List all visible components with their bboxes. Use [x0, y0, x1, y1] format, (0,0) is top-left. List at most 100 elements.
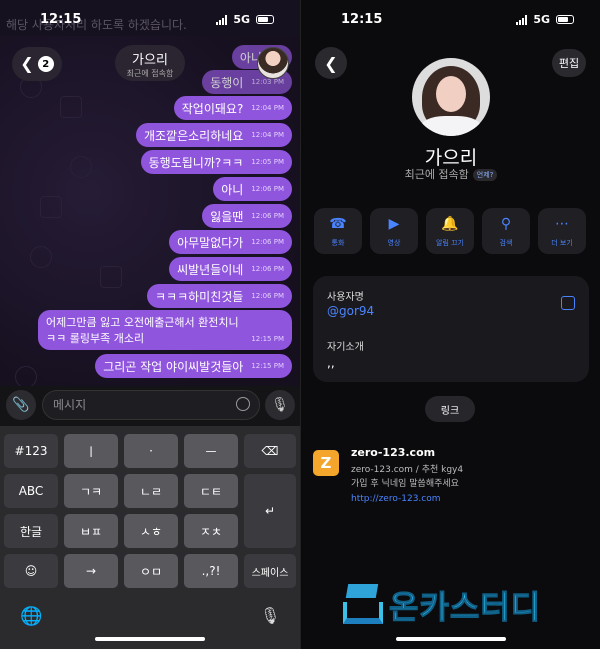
message-time: 12:04 PM — [251, 131, 284, 139]
return-key[interactable]: ↵ — [244, 474, 296, 548]
message-time: 12:06 PM — [251, 185, 284, 193]
link-title: zero-123.com — [351, 446, 436, 459]
more-button[interactable]: ⋯ 더 보기 — [538, 208, 586, 254]
link-desc-line1: zero-123.com / 추천 kgy4 — [351, 465, 464, 475]
globe-icon[interactable]: 🌐 — [20, 606, 42, 627]
profile-screen: 12:15 5G ❮ 편집 가으리 최근에 접속함 언제? ☎ 통화 ▶ 영상 🔔 알림… — [300, 0, 600, 649]
key[interactable]: ㅡ — [184, 434, 238, 468]
message-bubble[interactable]: 씨발년들이네 12:06 PM — [169, 257, 292, 281]
unread-badge: 2 — [37, 56, 54, 72]
profile-photo[interactable] — [412, 58, 490, 136]
bell-icon: 🔔 — [441, 216, 459, 232]
chat-screen: 해당 사용자처리 하도록 하겠습니다. 12:15 5G ❮ 2 가으리 최근에… — [0, 0, 300, 649]
message-time: 12:03 PM — [251, 78, 284, 86]
call-button[interactable]: ☎ 통화 — [314, 208, 362, 254]
message-bubble[interactable]: 개조깥은소리하네요 12:04 PM — [135, 123, 292, 147]
message-time: 12:06 PM — [251, 292, 284, 300]
microphone-icon[interactable]: 🎙 — [265, 390, 295, 420]
message-bubble[interactable]: 동행도됩니까?ㅋㅋ 12:05 PM — [140, 150, 292, 174]
search-button[interactable]: ⚲ 검색 — [482, 208, 530, 254]
message-input[interactable] — [42, 390, 260, 420]
message-time: 12:15 PM — [251, 335, 284, 343]
sticker-icon[interactable] — [236, 397, 250, 411]
info-card: 사용자명 @gor94 자기소개 ,, — [313, 276, 589, 382]
attach-icon[interactable]: 📎 — [6, 390, 36, 420]
username-link[interactable]: @gor94 — [327, 304, 374, 318]
message-bubble[interactable]: ㅋㅋㅋ하미친것들 12:06 PM — [147, 284, 292, 308]
profile-status: 최근에 접속함 언제? — [301, 166, 600, 182]
chevron-left-icon: ❮ — [20, 54, 34, 73]
key-numbers[interactable]: #123 — [4, 434, 58, 468]
username-label: 사용자명 — [327, 292, 364, 303]
key-hangul[interactable]: 한글 — [4, 514, 58, 548]
message-time: 12:06 PM — [251, 212, 284, 220]
book-cap-logo — [341, 584, 385, 626]
video-button[interactable]: ▶ 영상 — [370, 208, 418, 254]
link-url[interactable]: http://zero-123.com — [351, 494, 441, 504]
key[interactable]: ㅣ — [64, 434, 118, 468]
message-bubble[interactable]: 아니 12:06 PM — [213, 177, 292, 201]
back-button[interactable]: ❮ 2 — [12, 47, 62, 81]
qr-code-icon[interactable] — [561, 296, 575, 310]
site-logo: Z — [313, 450, 339, 476]
message-bubble[interactable]: 그리곤 작업 야이씨발것들아 12:15 PM — [95, 354, 292, 378]
key-abc[interactable]: ABC — [4, 474, 58, 508]
network-label: 5G — [233, 13, 250, 26]
back-button[interactable]: ❮ — [315, 47, 347, 79]
emoji-key[interactable]: ☺ — [4, 554, 58, 588]
backspace-icon: ⌫ — [261, 444, 279, 458]
status-time: 12:15 — [341, 12, 383, 27]
video-icon: ▶ — [388, 216, 400, 232]
backspace-key[interactable]: ⌫ — [244, 434, 296, 468]
status-bar: 12:15 5G — [0, 0, 300, 36]
key[interactable]: .,?! — [184, 554, 238, 588]
home-indicator — [396, 637, 506, 641]
return-icon: ↵ — [264, 504, 276, 518]
dictation-icon[interactable]: 🎙 — [260, 606, 280, 625]
composer: 📎 🎙 — [0, 386, 300, 426]
bio-label: 자기소개 — [327, 342, 364, 353]
message-time: 12:15 PM — [251, 362, 284, 370]
bio-text: ,, — [327, 356, 335, 370]
signal-icon — [216, 14, 228, 25]
message-time: 12:06 PM — [251, 265, 284, 273]
key[interactable]: ㄴㄹ — [124, 474, 178, 508]
message-time: 12:05 PM — [251, 158, 284, 166]
signal-icon — [516, 14, 528, 25]
keyboard: #123 ㅣ · ㅡ ⌫ ABC ㄱㅋ ㄴㄹ ㄷㅌ ↵ 한글 ㅂㅍ ㅅㅎ ㅈㅊ … — [0, 426, 300, 649]
search-icon: ⚲ — [500, 216, 512, 232]
key[interactable]: · — [124, 434, 178, 468]
message-bubble[interactable]: 작업이돼요? 12:04 PM — [173, 96, 292, 120]
message-bubble[interactable]: 잃을땐 12:06 PM — [202, 204, 292, 228]
battery-icon — [556, 15, 574, 24]
key[interactable]: ㄷㅌ — [184, 474, 238, 508]
watermark: 온카스터디 — [341, 582, 541, 628]
chat-status: 최근에 접속함 — [126, 69, 174, 78]
emoji-icon: ☺ — [24, 564, 38, 578]
key[interactable]: ㅇㅁ — [124, 554, 178, 588]
last-seen-tag[interactable]: 언제? — [472, 169, 498, 181]
message-time: 12:06 PM — [251, 238, 284, 246]
chat-title[interactable]: 가으리 최근에 접속함 — [115, 45, 185, 81]
chevron-left-icon: ❮ — [324, 53, 338, 73]
key[interactable]: ㄱㅋ — [64, 474, 118, 508]
key[interactable]: ㅂㅍ — [64, 514, 118, 548]
avatar[interactable] — [257, 47, 289, 79]
mute-button[interactable]: 🔔 알림 끄기 — [426, 208, 474, 254]
link-tab[interactable]: 링크 — [425, 396, 475, 422]
edit-button[interactable]: 편집 — [552, 49, 586, 77]
battery-icon — [256, 15, 274, 24]
key[interactable]: ㅈㅊ — [184, 514, 238, 548]
key[interactable]: → — [64, 554, 118, 588]
chat-name: 가으리 — [132, 53, 168, 68]
message-bubble[interactable]: 아무말없다가 12:06 PM — [169, 230, 292, 254]
space-key[interactable]: 스페이스 — [244, 554, 296, 588]
phone-icon: ☎ — [329, 216, 347, 232]
key[interactable]: ㅅㅎ — [124, 514, 178, 548]
network-label: 5G — [533, 13, 550, 26]
more-icon: ⋯ — [555, 216, 569, 232]
status-bar: 12:15 5G — [301, 0, 600, 36]
home-indicator — [95, 637, 205, 641]
status-time: 12:15 — [40, 12, 82, 27]
message-bubble[interactable]: 어제그만큼 잃고 오전에출근해서 환전치니 ㅋㅋ 롤링부족 개소리 12:15 P… — [38, 310, 292, 350]
